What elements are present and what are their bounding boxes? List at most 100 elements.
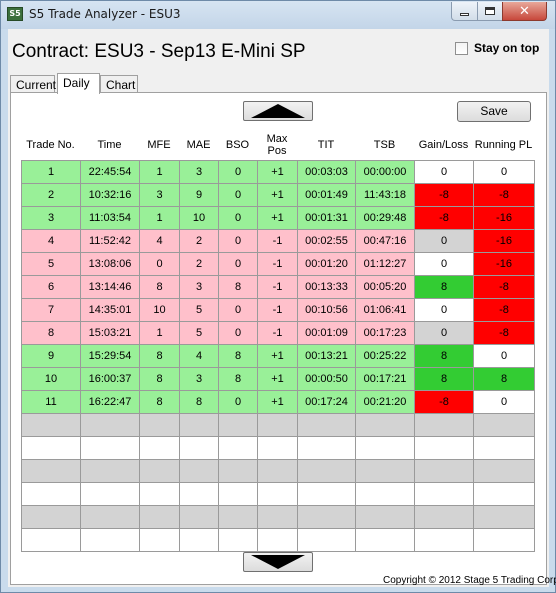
stay-on-top-label: Stay on top <box>474 41 540 55</box>
table-cell: 3 <box>179 275 219 299</box>
table-cell: -16 <box>473 206 535 230</box>
table-row[interactable]: 1 22:45:54 1 3 0 +1 00:03:03 00:00:00 0 0 <box>21 160 535 184</box>
column-header[interactable]: Trade No. <box>21 130 80 160</box>
table-row[interactable]: 8 15:03:21 1 5 0 -1 00:01:09 00:17:23 0 -8 <box>21 321 535 345</box>
column-header[interactable]: TIT <box>297 130 355 160</box>
maximize-button[interactable] <box>477 2 503 21</box>
title-bar[interactable]: S5 S5 Trade Analyzer - ESU3 ✕ <box>1 1 555 29</box>
empty-table-row <box>21 482 535 506</box>
column-header[interactable]: MFE <box>139 130 179 160</box>
empty-cell <box>179 482 219 506</box>
column-header[interactable]: MAE <box>179 130 218 160</box>
empty-table-row <box>21 436 535 460</box>
empty-cell <box>80 436 140 460</box>
table-cell: 8 <box>414 367 474 391</box>
copyright-text: Copyright © 2012 Stage 5 Trading Corp. <box>383 575 556 586</box>
table-cell: 3 <box>179 367 219 391</box>
empty-cell <box>21 482 81 506</box>
minimize-button[interactable] <box>451 2 478 21</box>
table-row[interactable]: 4 11:52:42 4 2 0 -1 00:02:55 00:47:16 0 -16 <box>21 229 535 253</box>
table-cell: 00:17:23 <box>355 321 415 345</box>
empty-cell <box>21 413 81 437</box>
empty-cell <box>414 505 474 529</box>
table-row[interactable]: 3 11:03:54 1 10 0 +1 00:01:31 00:29:48 -8 -16 <box>21 206 535 230</box>
table-row[interactable]: 11 16:22:47 8 8 0 +1 00:17:24 00:21:20 -8 0 <box>21 390 535 414</box>
column-header[interactable]: Max Pos <box>257 130 297 160</box>
table-cell: 0 <box>218 298 258 322</box>
grid-header: Trade No. Time MFE MAE BSO Max Pos TIT TSB Gain/L… <box>21 130 535 160</box>
table-cell: 00:01:20 <box>297 252 356 276</box>
s5-app-icon: S5 <box>7 7 23 21</box>
table-cell: 0 <box>414 229 474 253</box>
table-cell: 10:32:16 <box>80 183 140 207</box>
table-row[interactable]: 10 16:00:37 8 3 8 +1 00:00:50 00:17:21 8 8 <box>21 367 535 391</box>
column-header[interactable]: BSO <box>218 130 257 160</box>
table-row[interactable]: 5 13:08:06 0 2 0 -1 00:01:20 01:12:27 0 -16 <box>21 252 535 276</box>
close-button[interactable]: ✕ <box>502 2 547 21</box>
empty-cell <box>473 482 535 506</box>
column-header[interactable]: TSB <box>355 130 414 160</box>
triangle-down-icon <box>251 555 305 569</box>
table-cell: 2 <box>21 183 81 207</box>
column-header[interactable]: Running PL <box>473 130 534 160</box>
column-header[interactable]: Time <box>80 130 139 160</box>
column-header[interactable]: Gain/Loss <box>414 130 473 160</box>
empty-cell <box>80 528 140 552</box>
tab-current[interactable]: Current <box>10 75 56 93</box>
empty-cell <box>139 482 180 506</box>
empty-cell <box>21 505 81 529</box>
table-cell: +1 <box>257 390 298 414</box>
trades-grid: Trade No. Time MFE MAE BSO Max Pos TIT TSB Gain/L… <box>21 130 535 552</box>
tab-chart[interactable]: Chart <box>100 75 138 93</box>
tab-daily[interactable]: Daily <box>57 73 100 94</box>
empty-cell <box>80 413 140 437</box>
table-cell: 14:35:01 <box>80 298 140 322</box>
table-cell: 16:00:37 <box>80 367 140 391</box>
table-cell: 0 <box>473 160 535 184</box>
table-cell: 15:29:54 <box>80 344 140 368</box>
empty-cell <box>297 413 356 437</box>
empty-cell <box>179 528 219 552</box>
table-cell: 22:45:54 <box>80 160 140 184</box>
table-cell: 0 <box>218 183 258 207</box>
triangle-up-icon <box>251 104 305 118</box>
empty-cell <box>297 436 356 460</box>
table-cell: -16 <box>473 229 535 253</box>
table-cell: 8 <box>139 344 180 368</box>
table-cell: 4 <box>179 344 219 368</box>
table-cell: 8 <box>139 367 180 391</box>
scroll-down-button[interactable] <box>243 552 313 572</box>
table-cell: 0 <box>218 252 258 276</box>
table-cell: 00:29:48 <box>355 206 415 230</box>
table-cell: 10 <box>139 298 180 322</box>
table-cell: 00:25:22 <box>355 344 415 368</box>
table-cell: 00:01:49 <box>297 183 356 207</box>
empty-cell <box>80 505 140 529</box>
table-row[interactable]: 6 13:14:46 8 3 8 -1 00:13:33 00:05:20 8 -8 <box>21 275 535 299</box>
table-cell: 15:03:21 <box>80 321 140 345</box>
save-button[interactable]: Save <box>457 101 531 122</box>
scroll-up-button[interactable] <box>243 101 313 121</box>
table-row[interactable]: 7 14:35:01 10 5 0 -1 00:10:56 01:06:41 0 -8 <box>21 298 535 322</box>
table-cell: 8 <box>218 367 258 391</box>
table-cell: 8 <box>21 321 81 345</box>
table-cell: -8 <box>414 206 474 230</box>
table-row[interactable]: 2 10:32:16 3 9 0 +1 00:01:49 11:43:18 -8 -8 <box>21 183 535 207</box>
table-cell: 00:03:03 <box>297 160 356 184</box>
table-cell: 8 <box>139 275 180 299</box>
table-cell: 01:06:41 <box>355 298 415 322</box>
empty-cell <box>257 459 298 483</box>
empty-cell <box>218 505 258 529</box>
table-row[interactable]: 9 15:29:54 8 4 8 +1 00:13:21 00:25:22 8 0 <box>21 344 535 368</box>
empty-cell <box>414 482 474 506</box>
empty-cell <box>179 413 219 437</box>
stay-on-top-checkbox[interactable] <box>455 41 468 55</box>
table-cell: 0 <box>414 298 474 322</box>
table-cell: 10 <box>179 206 219 230</box>
empty-cell <box>139 528 180 552</box>
empty-cell <box>414 528 474 552</box>
table-cell: 1 <box>21 160 81 184</box>
table-cell: 00:10:56 <box>297 298 356 322</box>
stay-on-top-toggle[interactable]: Stay on top <box>455 41 539 55</box>
empty-cell <box>21 436 81 460</box>
